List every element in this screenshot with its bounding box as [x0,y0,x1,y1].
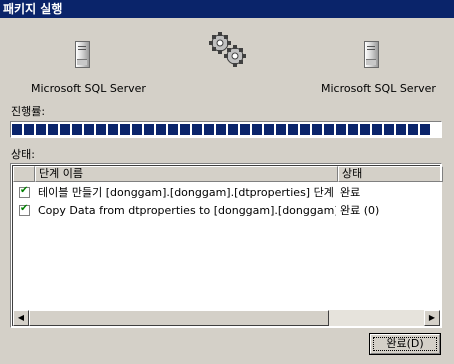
status-label: 상태: [11,148,35,161]
progress-block [288,124,298,135]
scroll-right-icon[interactable]: ▶ [424,310,440,326]
progress-block [348,124,358,135]
step-status: 완료 [340,186,361,199]
progress-block [36,124,46,135]
progress-block [60,124,70,135]
progress-block [168,124,178,135]
progress-block [360,124,370,135]
progress-block [12,124,22,135]
source-server-label: Microsoft SQL Server [31,82,146,95]
progress-block [120,124,130,135]
table-row[interactable]: Copy Data from dtproperties to [donggam]… [13,202,440,220]
destination-server-icon [364,41,379,68]
progress-block [324,124,334,135]
progress-block [252,124,262,135]
progress-block [24,124,34,135]
column-header-status[interactable]: 상태 [338,166,443,182]
progress-block [408,124,418,135]
progress-block [420,124,430,135]
step-name: 테이블 만들기 [donggam].[donggam].[dtpropertie… [38,186,334,199]
progress-block [372,124,382,135]
source-server-icon [75,41,90,68]
progress-block [132,124,142,135]
checkbox-checked-icon [19,203,30,216]
progress-block [156,124,166,135]
checkbox-checked-icon [19,185,30,198]
scroll-thumb[interactable] [29,310,329,326]
progress-block [84,124,94,135]
progress-block [180,124,190,135]
horizontal-scrollbar[interactable]: ◀ ▶ [13,310,440,326]
scroll-left-icon[interactable]: ◀ [13,310,29,326]
progress-block [204,124,214,135]
progress-block [300,124,310,135]
table-row[interactable]: 테이블 만들기 [donggam].[donggam].[dtpropertie… [13,184,440,202]
progress-label: 진행률: [11,105,46,118]
progress-block [216,124,226,135]
list-header: 단계 이름 상태 [13,166,443,182]
destination-server-label: Microsoft SQL Server [321,82,436,95]
column-header-step-name[interactable]: 단계 이름 [35,166,338,182]
progress-block [396,124,406,135]
progress-block [384,124,394,135]
progress-block [276,124,286,135]
progress-block [228,124,238,135]
window-title: 패키지 실행 [3,2,63,16]
focus-rect [373,337,437,351]
progress-block [48,124,58,135]
progress-bar [10,121,442,138]
step-status: 완료 (0) [340,204,380,217]
status-list[interactable]: 단계 이름 상태 테이블 만들기 [donggam].[donggam].[dt… [10,163,443,328]
progress-block [240,124,250,135]
column-header-check[interactable] [13,166,35,182]
step-name: Copy Data from dtproperties to [donggam]… [38,204,336,217]
progress-block [192,124,202,135]
progress-block [336,124,346,135]
progress-block [312,124,322,135]
progress-block [264,124,274,135]
done-button[interactable]: 완료(D) [369,333,441,355]
progress-block [96,124,106,135]
progress-block [108,124,118,135]
gears-icon [209,32,246,67]
title-bar: 패키지 실행 [0,0,454,18]
progress-block [72,124,82,135]
progress-block [144,124,154,135]
